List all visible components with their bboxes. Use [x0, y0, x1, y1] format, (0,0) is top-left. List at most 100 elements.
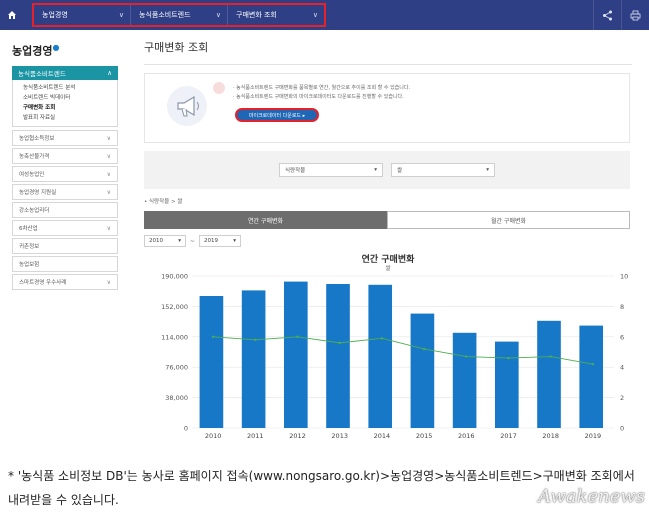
- main-content: 구매변화 조회 · 농식품소비트렌드 구매변화를 품목별로 연간, 월간으로 추…: [144, 38, 632, 247]
- sidebar-item-label: 농업보험: [19, 262, 40, 268]
- line-point: [211, 335, 215, 338]
- sidebar-item[interactable]: 스마트경영 우수사례 ∨: [12, 274, 118, 290]
- watermark-logo: Awakenews: [538, 485, 645, 507]
- sidebar-subitem[interactable]: 소비트렌드 빅데이터: [23, 93, 117, 103]
- line-point: [507, 356, 510, 360]
- chevron-down-icon: ∨: [106, 188, 111, 196]
- chevron-down-icon: ∨: [312, 11, 318, 19]
- sidebar-subitem-current[interactable]: 구매변화 조회: [23, 103, 117, 113]
- nav-level2-label: 농식품소비트렌드: [139, 11, 191, 19]
- chevron-down-icon: ∨: [118, 11, 124, 19]
- bar: [199, 296, 224, 428]
- sidebar-item-label: 농업경영 지원실: [19, 190, 57, 196]
- line-point: [422, 347, 426, 351]
- y-tick-label-left: 38,000: [165, 394, 188, 402]
- top-navigation: 농업경영 ∨ 농식품소비트렌드 ∨ 구매변화 조회 ∨: [0, 0, 649, 30]
- info-line: · 농식품소비트렌드 구매변화의 마이크로데이터도 다운로드를 진행할 수 있습…: [233, 94, 404, 100]
- tab-annual[interactable]: 연간 구매변화: [144, 211, 387, 229]
- year-range: 2010 ▾ ~ 2019 ▾: [144, 235, 632, 247]
- chevron-down-icon: ∨: [106, 278, 111, 286]
- sidebar-subitem[interactable]: 농식품소비트렌드 분석: [23, 83, 117, 93]
- line-series: [213, 336, 593, 365]
- chevron-down-icon: ∨: [106, 134, 111, 142]
- range-separator: ~: [190, 237, 196, 245]
- sidebar-item[interactable]: 6차산업 ∨: [12, 220, 118, 236]
- sidebar-title: 농업경영●: [12, 38, 118, 60]
- megaphone-icon: [167, 86, 207, 126]
- line-point: [254, 338, 257, 342]
- sidebar-subitem[interactable]: 발표회 자료실: [23, 113, 117, 123]
- y-tick-label-left: 152,000: [161, 303, 188, 311]
- sidebar-item[interactable]: 농업협소득정보 ∨: [12, 130, 118, 146]
- sidebar-item[interactable]: 농업보험: [12, 256, 118, 272]
- title-dot-icon: ●: [52, 43, 60, 52]
- y-tick-label-right: 8: [620, 303, 624, 311]
- info-box: · 농식품소비트렌드 구매변화를 품목별로 연간, 월간으로 추이를 조회 할 …: [144, 73, 630, 143]
- x-tick-label: 2013: [331, 432, 348, 440]
- nav-level2-dropdown[interactable]: 농식품소비트렌드 ∨: [131, 5, 228, 25]
- bar: [326, 284, 350, 428]
- chevron-down-icon: ∨: [106, 224, 111, 232]
- y-tick-label-right: 2: [620, 394, 624, 402]
- bar: [537, 320, 561, 428]
- bar: [241, 290, 266, 428]
- sidebar-item[interactable]: 여성농업인 ∨: [12, 166, 118, 182]
- sidebar-item-label: 농업협소득정보: [19, 136, 55, 142]
- bar: [368, 284, 393, 428]
- category-select-value: 식량작물: [285, 168, 306, 174]
- year-to-select[interactable]: 2019 ▾: [199, 235, 242, 247]
- category-select[interactable]: 식량작물 ▾: [279, 163, 383, 177]
- x-tick-label: 2019: [585, 432, 602, 440]
- x-tick-label: 2011: [247, 432, 264, 440]
- y-tick-label-right: 0: [620, 425, 624, 433]
- chevron-down-icon: ▾: [486, 167, 489, 173]
- nav-level1-label: 농업경영: [42, 11, 68, 19]
- home-icon[interactable]: [0, 0, 24, 30]
- sidebar: 농업경영● 농식품소비트렌드 ∧ 농식품소비트렌드 분석 소비트렌드 빅데이터 …: [12, 38, 118, 290]
- nav-level3-label: 구매변화 조회: [236, 11, 277, 19]
- sidebar-item-active[interactable]: 농식품소비트렌드 ∧: [12, 66, 118, 80]
- info-line: · 농식품소비트렌드 구매변화를 품목별로 연간, 월간으로 추이를 조회 할 …: [233, 85, 411, 91]
- x-tick-label: 2017: [500, 432, 517, 440]
- line-point: [591, 362, 595, 366]
- microdata-download-button[interactable]: 마이크로데이터 다운로드 ▸: [235, 108, 319, 122]
- y-tick-label-left: 114,000: [161, 333, 188, 341]
- chevron-up-icon: ∧: [107, 69, 112, 77]
- y-tick-label-right: 10: [620, 273, 628, 281]
- top-tools: [593, 0, 649, 30]
- chevron-down-icon: ∨: [215, 11, 221, 19]
- year-from-select[interactable]: 2010 ▾: [144, 235, 186, 247]
- filter-breadcrumb: • 식량작물 > 쌀: [144, 199, 183, 205]
- item-select[interactable]: 쌀 ▾: [391, 163, 495, 177]
- breadcrumb-nav: 농업경영 ∨ 농식품소비트렌드 ∨ 구매변화 조회 ∨: [32, 3, 326, 27]
- x-tick-label: 2016: [458, 432, 475, 440]
- share-icon[interactable]: [593, 0, 621, 30]
- bar: [283, 281, 308, 428]
- sidebar-item[interactable]: 귀촌정보: [12, 238, 118, 254]
- sidebar-item-label: 여성농업인: [19, 172, 45, 178]
- period-tabs: 연간 구매변화 월간 구매변화: [144, 211, 630, 229]
- chevron-down-icon: ▾: [233, 238, 237, 244]
- line-point: [465, 355, 468, 358]
- sidebar-item[interactable]: 농업경영 지원실 ∨: [12, 184, 118, 200]
- x-tick-label: 2018: [542, 432, 559, 440]
- y-tick-label-left: 190,000: [161, 273, 188, 281]
- title-divider: [144, 64, 632, 65]
- print-icon[interactable]: [621, 0, 649, 30]
- info-text: · 농식품소비트렌드 구매변화를 품목별로 연간, 월간으로 추이를 조회 할 …: [233, 84, 410, 102]
- y-tick-label-right: 4: [620, 364, 624, 372]
- sidebar-active-label: 농식품소비트렌드: [18, 70, 66, 78]
- y-tick-label-left: 0: [184, 425, 188, 433]
- nav-level1-dropdown[interactable]: 농업경영 ∨: [34, 5, 131, 25]
- y-tick-label-left: 76,000: [165, 364, 188, 372]
- tab-monthly[interactable]: 월간 구매변화: [387, 211, 630, 229]
- chevron-down-icon: ∨: [106, 152, 111, 160]
- sidebar-title-text: 농업경영: [12, 44, 53, 58]
- sidebar-item[interactable]: 농축산물가격 ∨: [12, 148, 118, 164]
- sidebar-item[interactable]: 강소농업리더: [12, 202, 118, 218]
- y-tick-label-right: 6: [620, 333, 624, 341]
- bar: [494, 341, 519, 428]
- chevron-down-icon: ∨: [106, 170, 111, 178]
- nav-level3-dropdown[interactable]: 구매변화 조회 ∨: [228, 5, 324, 25]
- chevron-down-icon: ▾: [178, 238, 181, 244]
